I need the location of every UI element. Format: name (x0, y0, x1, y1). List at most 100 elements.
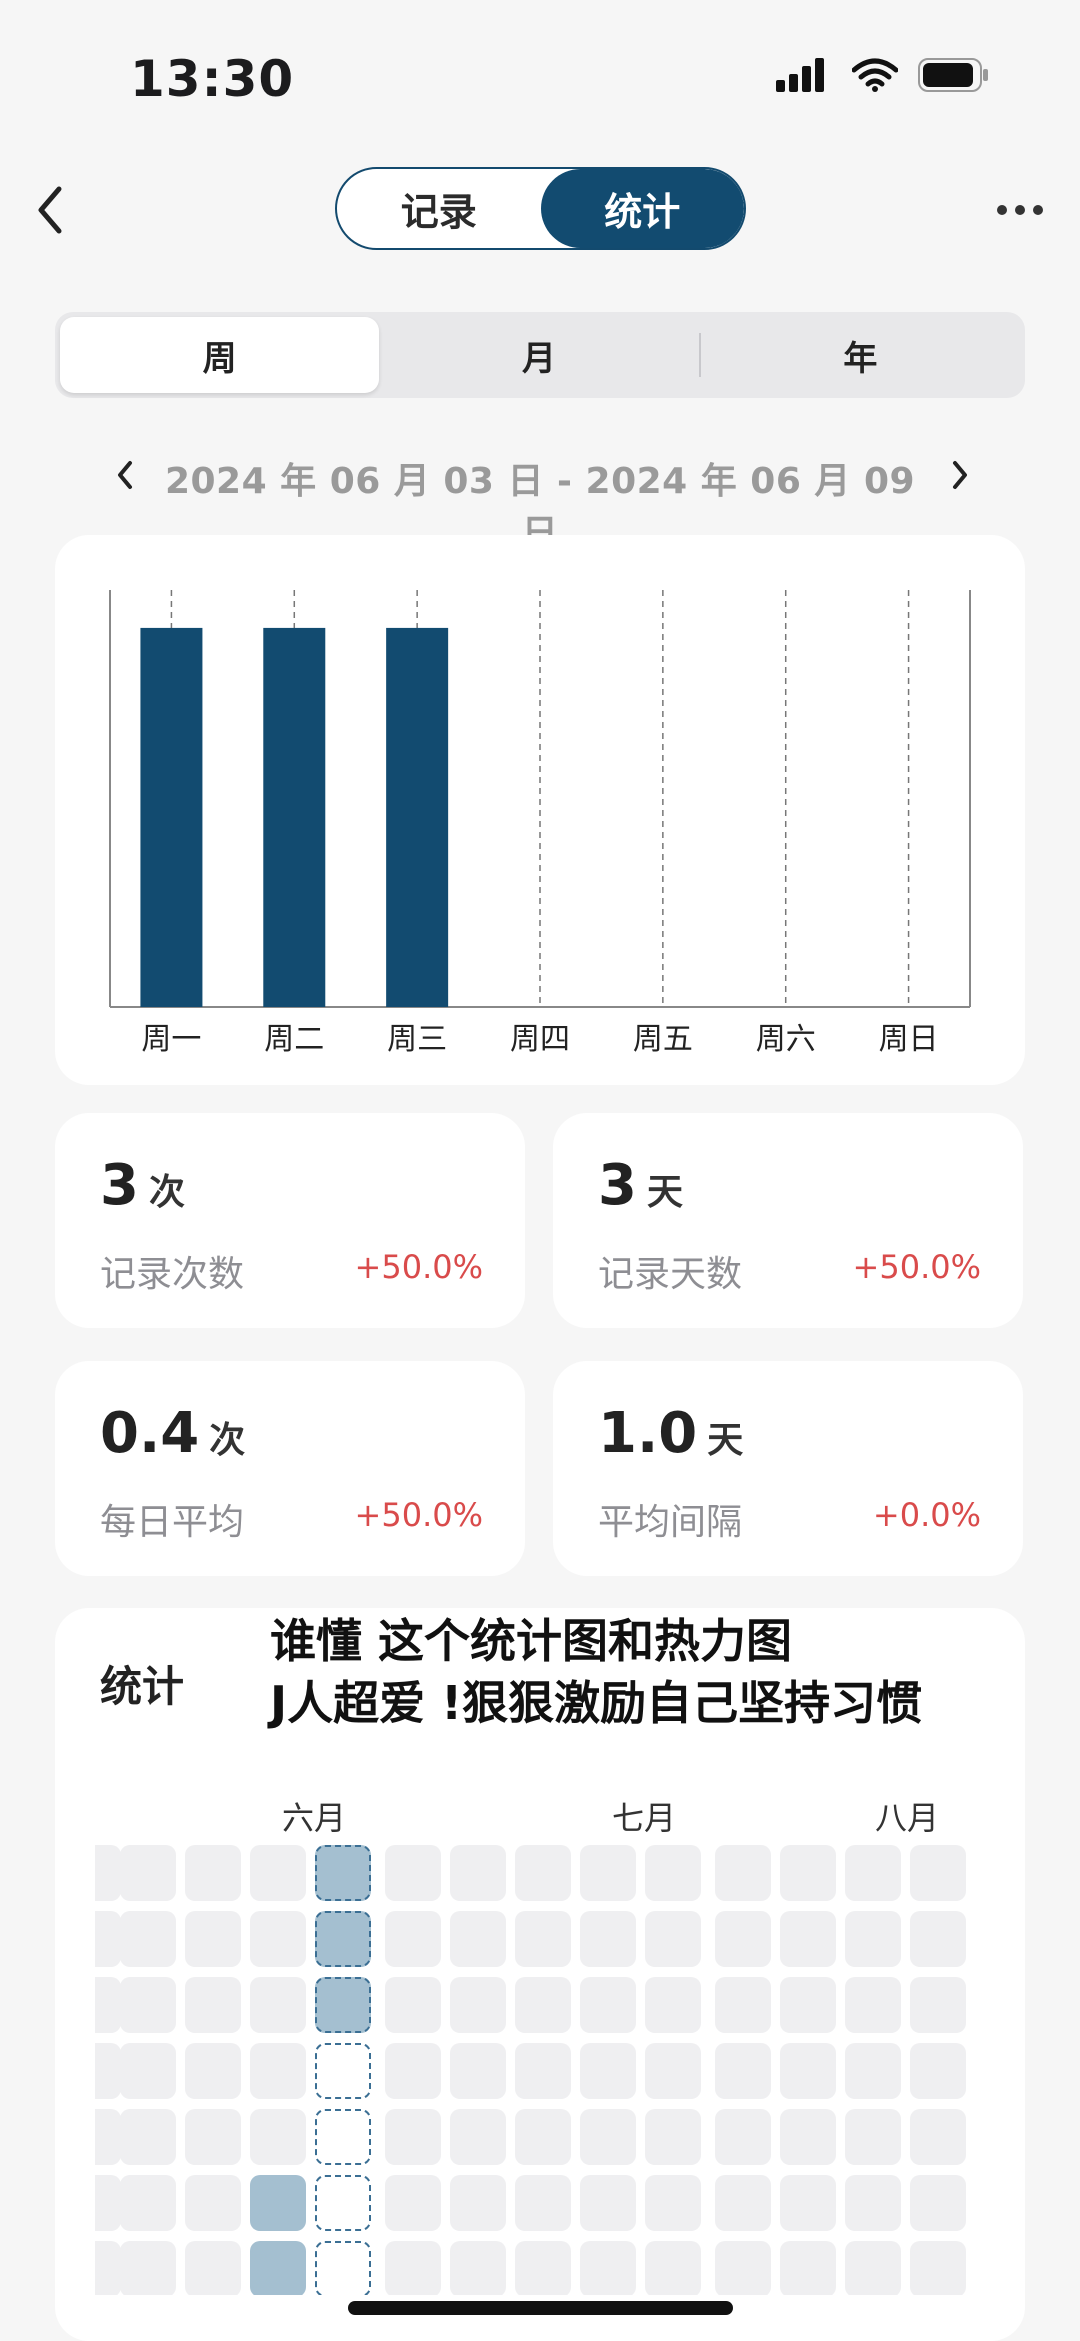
heatmap-cell[interactable] (450, 2109, 506, 2165)
heatmap-cell[interactable] (715, 2175, 771, 2231)
heatmap-cell[interactable] (580, 2109, 636, 2165)
stat-card-record-count[interactable]: 3次 记录次数 +50.0% (55, 1113, 525, 1328)
heatmap-cell[interactable] (580, 1845, 636, 1901)
heatmap-cell[interactable] (95, 1911, 121, 1967)
heatmap-cell[interactable] (580, 2043, 636, 2099)
heatmap-cell[interactable] (385, 2043, 441, 2099)
heatmap-cell[interactable] (315, 1977, 371, 2033)
heatmap-cell[interactable] (250, 2109, 306, 2165)
heatmap-cell[interactable] (780, 1845, 836, 1901)
heatmap-cell[interactable] (185, 1911, 241, 1967)
heatmap-cell[interactable] (910, 2043, 966, 2099)
heatmap-cell[interactable] (515, 2109, 571, 2165)
heatmap-cell[interactable] (185, 2043, 241, 2099)
period-month[interactable]: 月 (379, 317, 698, 393)
heatmap-cell[interactable] (515, 1845, 571, 1901)
heatmap-cell[interactable] (385, 1845, 441, 1901)
heatmap-cell[interactable] (780, 2109, 836, 2165)
heatmap-cell[interactable] (250, 2043, 306, 2099)
heatmap-cell[interactable] (385, 2241, 441, 2295)
heatmap-cell[interactable] (580, 2175, 636, 2231)
heatmap-cell[interactable] (910, 2109, 966, 2165)
prev-week-button[interactable] (100, 445, 150, 505)
heatmap-cell[interactable] (715, 1845, 771, 1901)
heatmap-cell[interactable] (580, 1977, 636, 2033)
heatmap-cell[interactable] (580, 2241, 636, 2295)
heatmap-cell[interactable] (120, 2109, 176, 2165)
heatmap-cell[interactable] (120, 1911, 176, 1967)
heatmap-cell[interactable] (845, 1977, 901, 2033)
next-week-button[interactable] (935, 445, 985, 505)
heatmap-cell[interactable] (95, 2241, 121, 2295)
tab-statistics[interactable]: 统计 (540, 169, 744, 248)
heatmap-cell[interactable] (315, 2175, 371, 2231)
heatmap-cell[interactable] (120, 2175, 176, 2231)
back-button[interactable] (20, 180, 80, 240)
heatmap-cell[interactable] (385, 2109, 441, 2165)
heatmap-cell[interactable] (645, 1845, 701, 1901)
heatmap-cell[interactable] (315, 2043, 371, 2099)
heatmap-cell[interactable] (120, 1977, 176, 2033)
heatmap-cell[interactable] (845, 1845, 901, 1901)
heatmap-cell[interactable] (250, 1911, 306, 1967)
heatmap-cell[interactable] (780, 2043, 836, 2099)
heatmap-cell[interactable] (315, 2109, 371, 2165)
heatmap-cell[interactable] (845, 2043, 901, 2099)
heatmap-cell[interactable] (95, 2043, 121, 2099)
heatmap-cell[interactable] (250, 1977, 306, 2033)
heatmap-cell[interactable] (845, 1911, 901, 1967)
heatmap-cell[interactable] (715, 1977, 771, 2033)
heatmap-cell[interactable] (385, 1977, 441, 2033)
heatmap-cell[interactable] (845, 2241, 901, 2295)
heatmap-cell[interactable] (515, 1977, 571, 2033)
heatmap-cell[interactable] (910, 2241, 966, 2295)
heatmap-cell[interactable] (385, 1911, 441, 1967)
heatmap-cell[interactable] (780, 1977, 836, 2033)
heatmap-cell[interactable] (910, 1911, 966, 1967)
heatmap-cell[interactable] (515, 2175, 571, 2231)
heatmap-cell[interactable] (95, 2175, 121, 2231)
heatmap-cell[interactable] (385, 2175, 441, 2231)
heatmap-cell[interactable] (185, 2241, 241, 2295)
heatmap-cell[interactable] (910, 2175, 966, 2231)
heatmap-cell[interactable] (715, 2109, 771, 2165)
heatmap-cell[interactable] (315, 2241, 371, 2295)
heatmap-cell[interactable] (315, 1911, 371, 1967)
heatmap-cell[interactable] (450, 1911, 506, 1967)
heatmap-cell[interactable] (95, 2109, 121, 2165)
heatmap-cell[interactable] (715, 1911, 771, 1967)
heatmap-cell[interactable] (185, 2175, 241, 2231)
heatmap-cell[interactable] (645, 2175, 701, 2231)
heatmap-cell[interactable] (780, 2241, 836, 2295)
heatmap-cell[interactable] (95, 1845, 121, 1901)
tab-records[interactable]: 记录 (337, 169, 541, 248)
heatmap-cell[interactable] (580, 1911, 636, 1967)
heatmap-cell[interactable] (185, 1977, 241, 2033)
heatmap-cell[interactable] (185, 2109, 241, 2165)
heatmap-cell[interactable] (645, 1911, 701, 1967)
heatmap-cell[interactable] (845, 2109, 901, 2165)
heatmap-cell[interactable] (645, 2043, 701, 2099)
period-week[interactable]: 周 (60, 317, 380, 393)
heatmap-cell[interactable] (715, 2241, 771, 2295)
heatmap-cell[interactable] (450, 2175, 506, 2231)
stat-card-daily-average[interactable]: 0.4 次 每日平均 +50.0% (55, 1361, 525, 1576)
heatmap-cell[interactable] (450, 2241, 506, 2295)
heatmap-cell[interactable] (120, 2043, 176, 2099)
heatmap-cell[interactable] (450, 1845, 506, 1901)
heatmap-cell[interactable] (450, 2043, 506, 2099)
heatmap-cell[interactable] (250, 1845, 306, 1901)
heatmap-cell[interactable] (780, 1911, 836, 1967)
more-button[interactable] (990, 185, 1050, 235)
heatmap-cell[interactable] (780, 2175, 836, 2231)
heatmap-cell[interactable] (515, 2043, 571, 2099)
heatmap-cell[interactable] (910, 1845, 966, 1901)
heatmap-cell[interactable] (515, 1911, 571, 1967)
period-year[interactable]: 年 (701, 317, 1020, 393)
stat-card-average-interval[interactable]: 1.0 天 平均间隔 +0.0% (553, 1361, 1023, 1576)
heatmap-cell[interactable] (120, 2241, 176, 2295)
heatmap-cell[interactable] (315, 1845, 371, 1901)
heatmap-cell[interactable] (120, 1845, 176, 1901)
stat-card-record-days[interactable]: 3天 记录天数 +50.0% (553, 1113, 1023, 1328)
heatmap-cell[interactable] (845, 2175, 901, 2231)
